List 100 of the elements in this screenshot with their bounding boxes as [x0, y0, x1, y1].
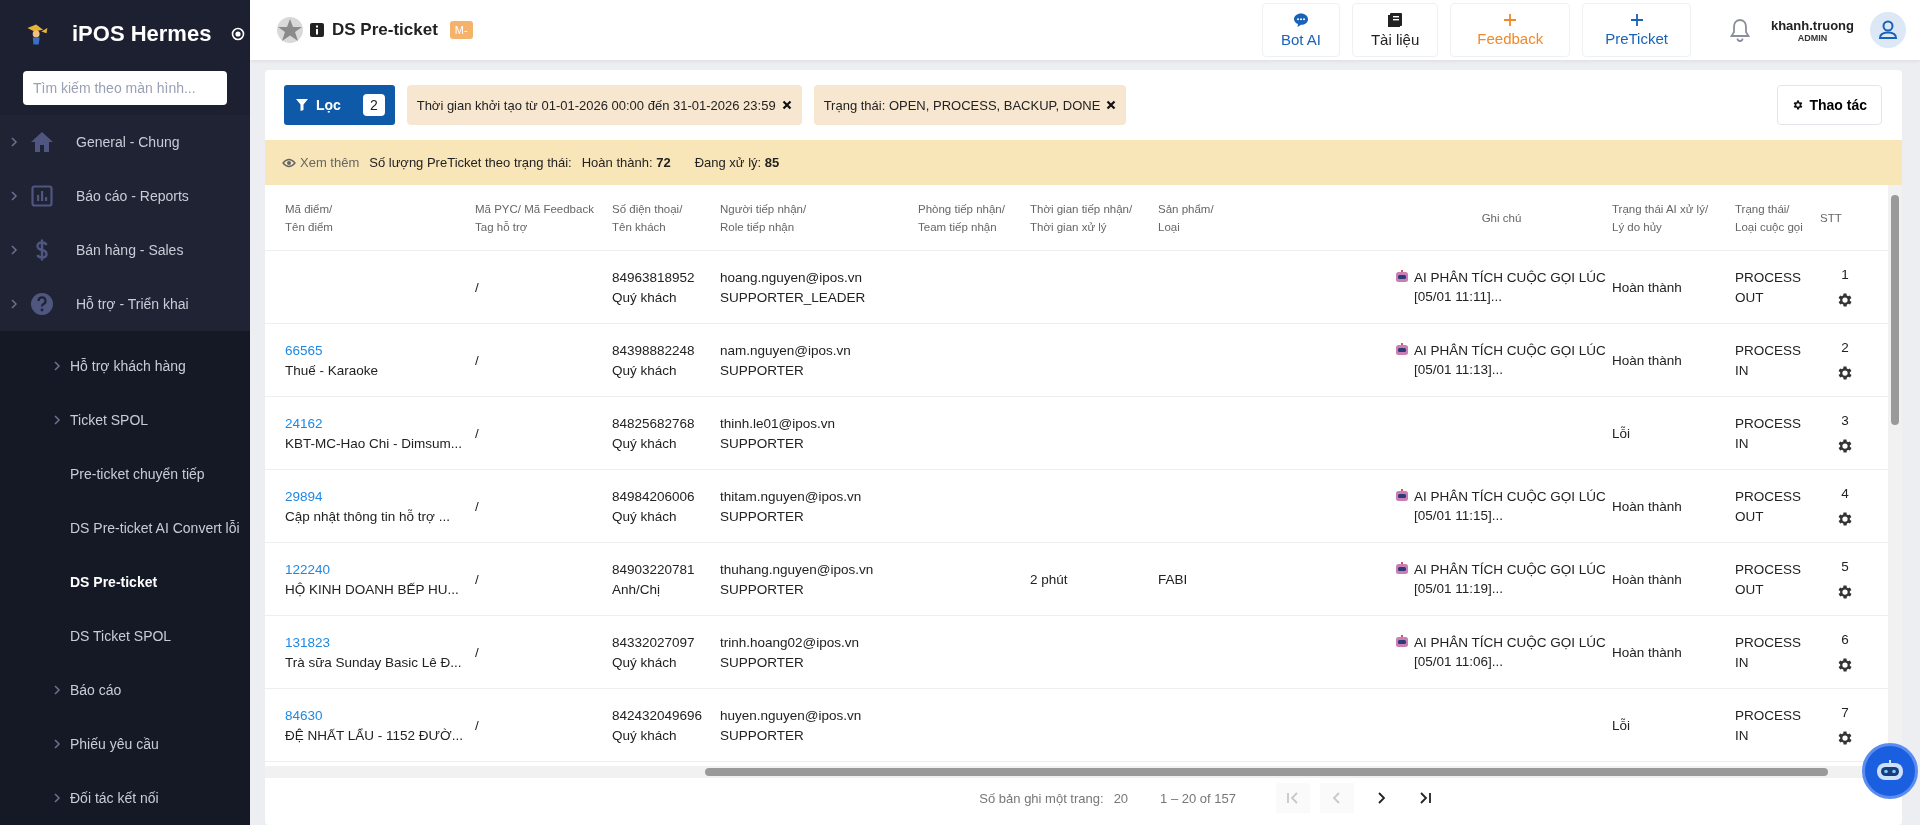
avatar-icon[interactable] [1870, 12, 1906, 48]
table-cell-text: 84984206006 [612, 487, 696, 505]
table-cell-text: trinh.hoang02@ipos.vn [720, 633, 861, 651]
gear-icon[interactable] [1836, 363, 1854, 382]
column-header: Số điện thoại/ Tên khách [612, 201, 684, 235]
table-cell-text: / [475, 716, 480, 734]
table-cell-text: thuhang.nguyen@ipos.vn [720, 560, 875, 578]
table-cell-text: SUPPORTER [720, 434, 805, 452]
row-number: 7 [1841, 703, 1849, 721]
store-code-link[interactable]: 122240 [285, 560, 475, 578]
app-title: iPOS Hermes [72, 21, 212, 47]
sidebar-item[interactable]: DS Pre-ticket [0, 555, 250, 609]
table-cell-text: thinh.le01@ipos.vn [720, 414, 837, 432]
scrollbar-thumb[interactable] [1891, 195, 1899, 425]
plus-icon [1503, 13, 1518, 27]
sidebar-item[interactable]: Bán hàng - Sales [0, 223, 250, 277]
eye-icon [282, 157, 296, 168]
user-role: ADMIN [1797, 32, 1828, 43]
gear-icon[interactable] [1836, 582, 1854, 601]
table-cell-text: Quý khách [612, 653, 678, 671]
store-code-link[interactable]: 24162 [285, 414, 475, 432]
header-button[interactable]: Bot AI [1261, 3, 1340, 57]
sidebar-item[interactable]: Ticket SPOL [0, 393, 250, 447]
count-badge: 2 [362, 94, 385, 116]
sidebar-item[interactable]: DS Pre-ticket AI Convert lỗi [0, 501, 250, 555]
table-cell-text: SUPPORTER_LEADER [720, 288, 867, 306]
table-cell-text: 84825682768 [612, 414, 696, 432]
table-cell-text: IN [1735, 726, 1750, 744]
user-name: khanh.truong [1770, 17, 1854, 33]
table-cell-text: 842432049696 [612, 706, 704, 724]
table-cell-text: Hoàn thành [1612, 643, 1683, 661]
scrollbar-thumb[interactable] [705, 768, 1828, 776]
sidebar-item[interactable]: Báo cáo [0, 663, 250, 717]
robot-icon [1395, 635, 1409, 648]
table-cell-text: 84332027097 [612, 633, 696, 651]
radio-icon[interactable] [231, 27, 246, 41]
plus-icon [1629, 13, 1644, 27]
table-cell-text: PROCESS [1735, 560, 1803, 578]
star-icon [276, 16, 304, 44]
table-cell-text: / [475, 643, 480, 661]
page-size-label: Số bản ghi một trang: [979, 790, 1104, 806]
page-range: 1 – 20 of 157 [1160, 790, 1236, 806]
sidebar-item[interactable]: Pre-ticket chuyển tiếp [0, 447, 250, 501]
table-cell-text: Hoàn thành [1612, 497, 1683, 515]
note-text: AI PHÂN TÍCH CUỘC GỌI LÚC [05/01 11:13]... [1414, 342, 1607, 379]
chevron-icon [10, 190, 18, 202]
table-cell-text: IN [1735, 434, 1750, 452]
table-cell-text: OUT [1735, 288, 1765, 306]
sidebar-item[interactable]: Phiếu yêu cầu [0, 717, 250, 771]
robot-icon [1395, 489, 1409, 502]
gear-icon[interactable] [1836, 290, 1854, 309]
table-cell-text: thitam.nguyen@ipos.vn [720, 487, 863, 505]
column-header: Sản phẩm/ Loại [1158, 201, 1215, 235]
store-code-link[interactable]: 29894 [285, 487, 475, 505]
page-title: DS Pre-ticket [332, 20, 438, 40]
table-cell-text: Lỗi [1612, 424, 1631, 442]
gear-icon[interactable] [1836, 655, 1854, 674]
table-cell-text: 84963818952 [612, 268, 696, 286]
table-cell-text: hoang.nguyen@ipos.vn [720, 268, 864, 286]
sidebar-item[interactable]: DS Ticket SPOL [0, 609, 250, 663]
table-cell-text: PROCESS [1735, 341, 1803, 359]
close-icon[interactable] [781, 100, 792, 110]
chevron-icon [53, 738, 61, 750]
table-cell-text: Cập nhật thông tin hỗ trợ ... [285, 507, 451, 525]
gear-icon[interactable] [1836, 436, 1854, 455]
table-cell-text: HỘ KINH DOANH BẾP HU... [285, 580, 460, 598]
search-field[interactable]: Tìm kiếm theo màn hình... [23, 71, 227, 105]
sidebar-item[interactable]: General - Chung [0, 115, 250, 169]
table-cell-text: Anh/Chị [612, 580, 662, 598]
note-text: AI PHÂN TÍCH CUỘC GỌI LÚC [05/01 11:11]... [1414, 269, 1607, 306]
table-cell-text: Quý khách [612, 288, 678, 306]
header-button[interactable]: Tài liệu [1351, 3, 1439, 57]
chart-icon [30, 185, 54, 207]
bell-icon[interactable] [1728, 18, 1751, 42]
chatbot-button[interactable] [1862, 743, 1918, 799]
store-code-link[interactable]: 66565 [285, 341, 475, 359]
gear-icon[interactable] [1836, 509, 1854, 528]
table-cell-text: PROCESS [1735, 487, 1803, 505]
table-cell-text: Thuế - Karaoke [285, 361, 380, 379]
header-button[interactable]: PreTicket [1582, 3, 1691, 57]
row-number: 3 [1841, 411, 1849, 429]
store-code-link[interactable]: 131823 [285, 633, 475, 651]
close-icon[interactable] [1106, 100, 1117, 110]
filter-button[interactable]: Lọc 2 [284, 85, 395, 125]
summary-label: Số lượng PreTicket theo trạng thái: [369, 155, 572, 170]
row-number: 5 [1841, 557, 1849, 575]
chevron-icon [53, 684, 61, 696]
row-number: 2 [1841, 338, 1849, 356]
sidebar-item[interactable]: Hỗ trợ - Triển khai [0, 277, 250, 331]
sidebar-item[interactable]: Hỗ trợ khách hàng [0, 339, 250, 393]
table-cell-text: PROCESS [1735, 414, 1803, 432]
sidebar-item[interactable]: Đối tác kết nối [0, 771, 250, 825]
gear-icon[interactable] [1836, 728, 1854, 747]
column-header: Thời gian tiếp nhận/ Thời gian xử lý [1030, 201, 1134, 235]
sidebar-item[interactable]: Báo cáo - Reports [0, 169, 250, 223]
page-size-select[interactable]: 20 [1113, 790, 1129, 806]
show-more-link[interactable]: Xem thêm [282, 155, 360, 170]
table-cell-text: / [475, 278, 480, 296]
store-code-link[interactable]: 84630 [285, 706, 475, 724]
actions-button[interactable]: Thao tác [1777, 85, 1882, 125]
